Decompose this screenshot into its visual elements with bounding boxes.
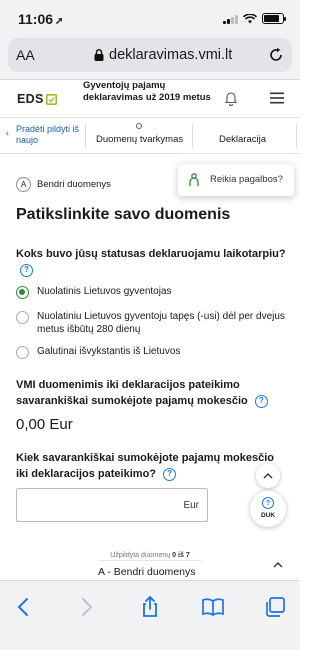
browser-toolbar [0, 580, 300, 650]
option-label: Nuolatinis Lietuvos gyventojas [37, 286, 172, 297]
vmi-paid-info: VMI duomenimis iki deklaracijos pateikim… [16, 377, 286, 409]
paid-question: Kiek savarankiškai sumokėjote pajamų mok… [16, 452, 275, 481]
vmi-paid-amount: 0,00 Eur [16, 416, 73, 433]
faq-label: DUK [260, 512, 276, 519]
radio-button[interactable] [16, 311, 29, 324]
signal-icon [223, 14, 238, 24]
section-letter: A [16, 177, 31, 192]
restart-link[interactable]: ‹ Pradėti pildyti iš naujo [6, 124, 81, 146]
radio-button[interactable] [16, 346, 29, 359]
steps-bar: ‹ Pradėti pildyti iš naujo Duomenų tvark… [0, 118, 300, 154]
info-icon[interactable]: ? [254, 394, 268, 408]
status-option-280-days[interactable]: Nuolatiniu Lietuvos gyventoju tapęs (-us… [16, 310, 290, 336]
browser-address-area: AA deklaravimas.vmi.lt [0, 36, 300, 80]
reader-aa-button[interactable]: AA [16, 47, 35, 63]
progress-text: Užpildyta duomenų 0 iš 7 [110, 552, 190, 559]
reload-icon[interactable] [268, 47, 284, 63]
header-title: Gyventojų pajamų deklaravimas už 2019 me… [83, 80, 211, 103]
back-arrow-icon[interactable] [12, 595, 36, 619]
lock-icon [94, 49, 104, 61]
eds-logo-mark-icon [45, 93, 57, 105]
page-title: Patikslinkite savo duomenis [16, 206, 231, 223]
bell-icon[interactable] [223, 90, 239, 106]
share-icon[interactable] [138, 595, 162, 619]
location-arrow-icon: ➚ [55, 16, 64, 27]
status-option-resident[interactable]: Nuolatinis Lietuvos gyventojas [16, 285, 290, 299]
eds-logo[interactable]: EDS [17, 92, 57, 106]
status-bar: 11:06 ➚ [0, 0, 300, 36]
radio-button[interactable] [16, 286, 29, 299]
wifi-icon [243, 13, 257, 23]
help-button[interactable]: Reikia pagalbos? [178, 164, 294, 196]
paid-amount-input[interactable]: Eur [16, 488, 208, 522]
help-person-icon [189, 173, 199, 186]
option-label: Galutinai išvykstantis iš Lietuvos [37, 346, 181, 357]
progress-bar [98, 560, 202, 561]
currency-suffix: Eur [183, 500, 199, 511]
status-time: 11:06 ➚ [18, 11, 64, 27]
chevron-left-icon: ‹ [6, 128, 9, 138]
hamburger-menu-icon[interactable] [270, 92, 284, 104]
chevron-up-icon [263, 473, 273, 479]
help-label: Reikia pagalbos? [210, 174, 283, 185]
tab-deklaracija[interactable]: Deklaracija [219, 134, 266, 145]
tabs-icon[interactable] [263, 595, 287, 619]
section-name: Bendri duomenys [37, 179, 111, 190]
section-tag: A Bendri duomenys [16, 177, 111, 192]
battery-icon [262, 13, 286, 24]
info-icon[interactable]: ? [20, 263, 33, 277]
faq-button[interactable]: ? DUK [250, 491, 286, 527]
tab-duomenu-tvarkymas[interactable]: Duomenų tvarkymas [96, 134, 183, 145]
current-section[interactable]: A - Bendri duomenys [98, 566, 195, 578]
address-bar[interactable]: AA deklaravimas.vmi.lt [8, 38, 292, 72]
step-indicator [136, 123, 142, 129]
status-option-leaving[interactable]: Galutinai išvykstantis iš Lietuvos [16, 345, 290, 359]
chevron-up-icon[interactable] [273, 562, 283, 568]
bookmarks-icon[interactable] [201, 595, 225, 619]
question-icon: ? [262, 497, 274, 509]
site-header: EDS Gyventojų pajamų deklaravimas už 201… [0, 80, 300, 118]
status-question: Koks buvo jūsų statusas deklaruojamu lai… [16, 246, 286, 278]
option-label: Nuolatiniu Lietuvos gyventoju tapęs (-us… [37, 311, 285, 335]
url-text[interactable]: deklaravimas.vmi.lt [109, 47, 232, 63]
scroll-up-button[interactable] [256, 464, 280, 488]
forward-arrow-icon[interactable] [74, 595, 98, 619]
info-icon[interactable]: ? [163, 467, 177, 481]
